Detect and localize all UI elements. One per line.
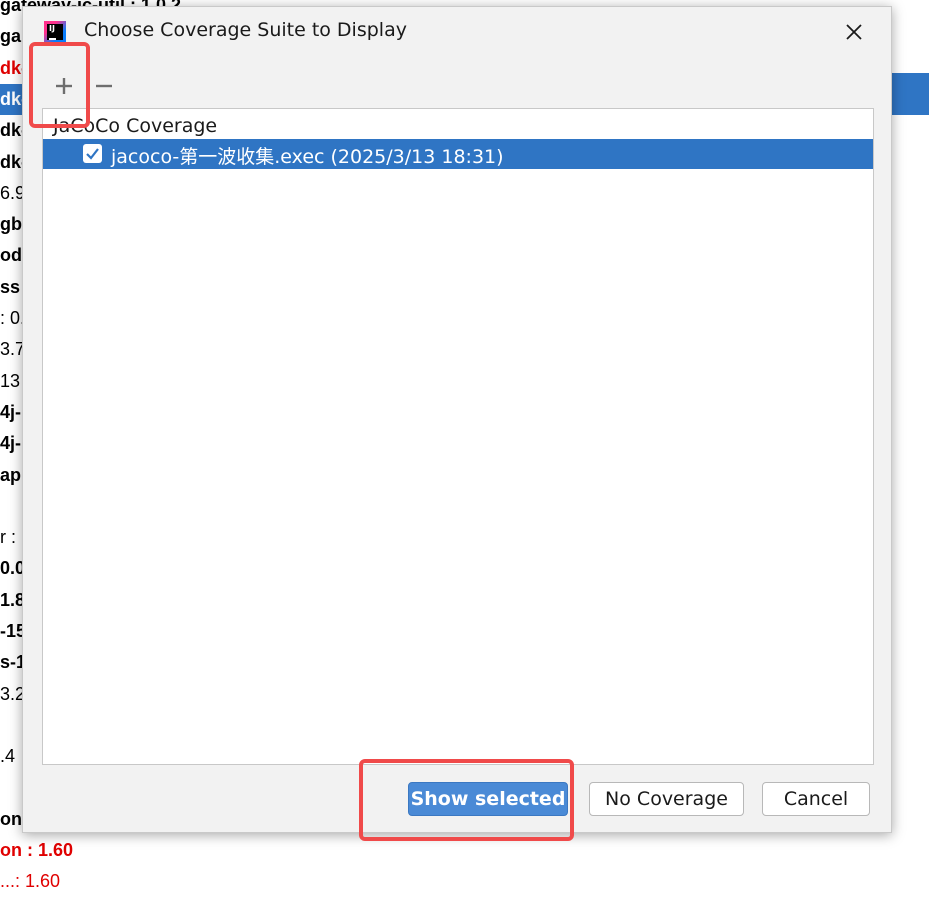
background-line: 4j- <box>0 402 22 422</box>
coverage-suite-tree: JaCoCo Coverage jacoco-第一波收集.exec (2025/… <box>42 108 874 765</box>
background-line: on <box>0 809 22 829</box>
suite-label: jacoco-第一波收集.exec (2025/3/13 18:31) <box>111 146 504 168</box>
remove-suite-button[interactable] <box>89 69 119 103</box>
app-icon-bar <box>49 38 56 40</box>
intellij-app-icon: IJ <box>44 21 66 43</box>
close-button[interactable] <box>839 17 869 47</box>
minus-icon <box>96 84 112 88</box>
cancel-button[interactable]: Cancel <box>762 782 870 816</box>
suite-checkbox[interactable] <box>83 144 102 163</box>
background-line: 4j- <box>0 433 22 453</box>
background-line: od <box>0 245 22 265</box>
background-line: .4 <box>0 746 16 766</box>
dialog-title: Choose Coverage Suite to Display <box>84 19 407 41</box>
add-suite-button[interactable] <box>49 69 79 103</box>
plus-icon <box>56 78 72 94</box>
show-selected-button[interactable]: Show selected <box>408 782 568 816</box>
background-line: 13 <box>0 371 21 391</box>
checkmark-icon <box>86 148 99 160</box>
tree-item-jacoco-exec[interactable]: jacoco-第一波收集.exec (2025/3/13 18:31) <box>43 139 873 169</box>
tree-group-jacoco: JaCoCo Coverage <box>53 115 218 137</box>
background-line: on : 1.60 <box>0 840 74 860</box>
no-coverage-button[interactable]: No Coverage <box>589 782 744 816</box>
choose-coverage-dialog: IJ Choose Coverage Suite to Display JaCo… <box>22 6 892 833</box>
close-icon <box>846 24 862 40</box>
dialog-titlebar: IJ Choose Coverage Suite to Display <box>23 7 891 57</box>
background-line: ga <box>0 26 22 46</box>
